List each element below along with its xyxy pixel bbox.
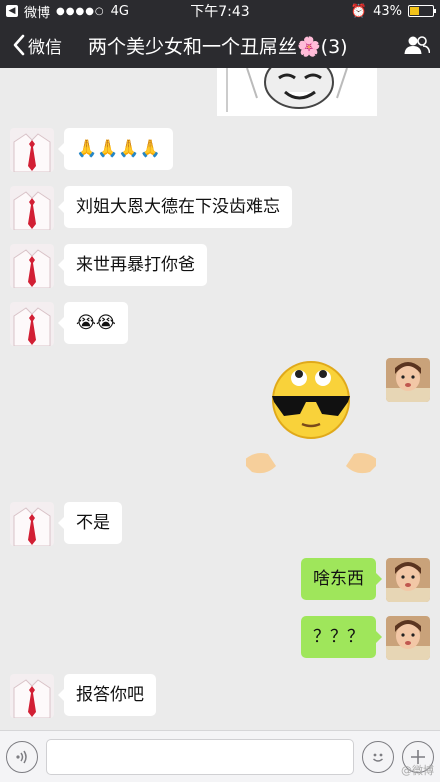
avatar-child-photo[interactable]: [386, 358, 430, 402]
avatar-child-photo[interactable]: [386, 558, 430, 602]
status-time: 下午7:43: [190, 4, 250, 20]
group-icon: [404, 36, 430, 54]
watermark: @微博: [401, 764, 434, 777]
message-row: 刘姐大恩大德在下没齿难忘: [10, 186, 292, 230]
avatar-shirt-tie[interactable]: [10, 186, 54, 230]
message-bubble[interactable]: 来世再暴打你爸: [58, 244, 207, 286]
message-input[interactable]: [46, 738, 354, 775]
avatar-shirt-tie[interactable]: [10, 244, 54, 288]
back-button[interactable]: 微信: [0, 33, 84, 58]
sunglasses-emoji-sticker[interactable]: [242, 358, 380, 488]
back-label: 微信: [28, 37, 62, 58]
message-bubble[interactable]: 啥东西: [301, 558, 382, 600]
input-bar: @微博: [0, 730, 440, 782]
message-row: 🙏🙏🙏🙏: [10, 128, 173, 172]
chevron-left-icon: [13, 34, 25, 56]
avatar-shirt-tie[interactable]: [10, 302, 54, 346]
voice-button[interactable]: [6, 740, 38, 773]
message-bubble[interactable]: ？？？: [301, 616, 382, 658]
meme-sticker-image[interactable]: [217, 68, 377, 116]
emoji-icon: [373, 753, 383, 762]
message-bubble[interactable]: 🙏🙏🙏🙏: [58, 128, 173, 170]
battery-icon: [408, 5, 436, 17]
emoji-button[interactable]: [362, 740, 394, 773]
status-bar: ◀ 微博 ●●●●○ 4G 下午7:43 ⏰ 43%: [0, 0, 440, 22]
message-row: ？？？: [301, 616, 430, 660]
group-info-button[interactable]: [394, 35, 440, 55]
message-row: 啥东西: [301, 558, 430, 602]
avatar-child-photo[interactable]: [386, 616, 430, 660]
avatar-shirt-tie[interactable]: [10, 502, 54, 546]
chat-title: 两个美少女和一个丑屌丝🌸(3): [88, 35, 348, 58]
message-list[interactable]: 🙏🙏🙏🙏 刘姐大恩大德在下没齿难忘 来世再暴打你爸 😭😭 不是 啥东西 ？？？ …: [0, 68, 440, 730]
message-bubble[interactable]: 😭😭: [58, 302, 128, 344]
message-row: 来世再暴打你爸: [10, 244, 207, 288]
message-row: 报答你吧: [10, 674, 156, 718]
avatar-shirt-tie[interactable]: [10, 128, 54, 172]
message-row: 不是: [10, 502, 122, 546]
avatar-shirt-tie[interactable]: [10, 674, 54, 718]
message-bubble[interactable]: 不是: [58, 502, 122, 544]
message-bubble[interactable]: 刘姐大恩大德在下没齿难忘: [58, 186, 292, 228]
chat-header: 微信 两个美少女和一个丑屌丝🌸(3): [0, 22, 440, 68]
message-row: [242, 358, 430, 488]
voice-icon: [16, 750, 27, 763]
message-row: 😭😭: [10, 302, 128, 346]
message-bubble[interactable]: 报答你吧: [58, 674, 156, 716]
